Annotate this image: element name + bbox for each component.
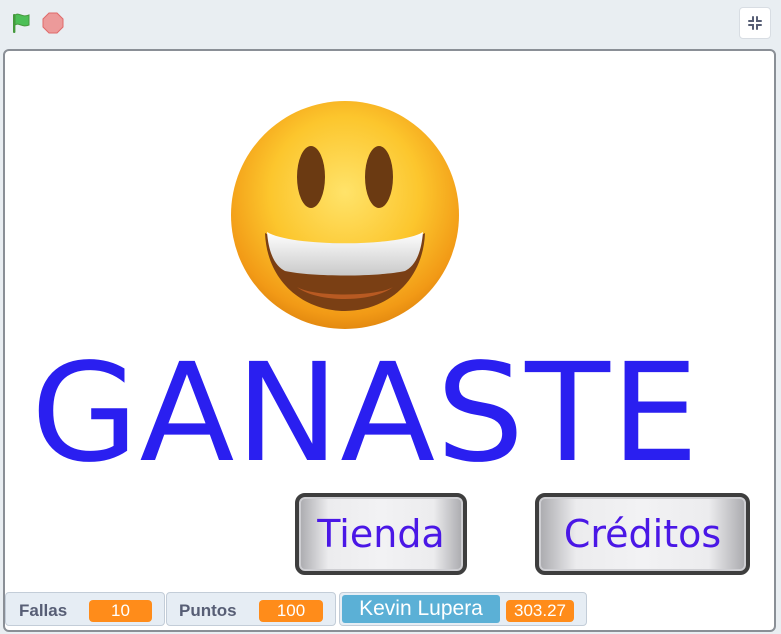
win-title: GANASTE: [31, 335, 700, 493]
fallas-monitor[interactable]: Fallas 10: [5, 592, 165, 626]
grinning-face-icon: [227, 97, 463, 333]
exit-fullscreen-button[interactable]: [739, 7, 771, 39]
username-value: 303.27: [506, 600, 574, 622]
exit-fullscreen-icon: [748, 16, 762, 30]
username-label: Kevin Lupera: [342, 595, 500, 623]
username-monitor[interactable]: Kevin Lupera 303.27: [339, 592, 587, 626]
stop-sign-icon[interactable]: [42, 12, 64, 34]
stage-header: [0, 0, 781, 46]
puntos-label: Puntos: [179, 601, 237, 620]
tienda-button[interactable]: Tienda: [295, 493, 467, 575]
green-flag-icon[interactable]: [10, 12, 32, 34]
puntos-monitor[interactable]: Puntos 100: [166, 592, 336, 626]
creditos-button[interactable]: Créditos: [535, 493, 750, 575]
fallas-value: 10: [89, 600, 152, 622]
creditos-button-label: Créditos: [563, 512, 722, 556]
stage-canvas[interactable]: GANASTE Tienda Créditos Fallas 10 Puntos…: [3, 49, 776, 632]
puntos-value: 100: [259, 600, 323, 622]
fallas-label: Fallas: [19, 601, 68, 620]
tienda-button-label: Tienda: [317, 512, 445, 556]
